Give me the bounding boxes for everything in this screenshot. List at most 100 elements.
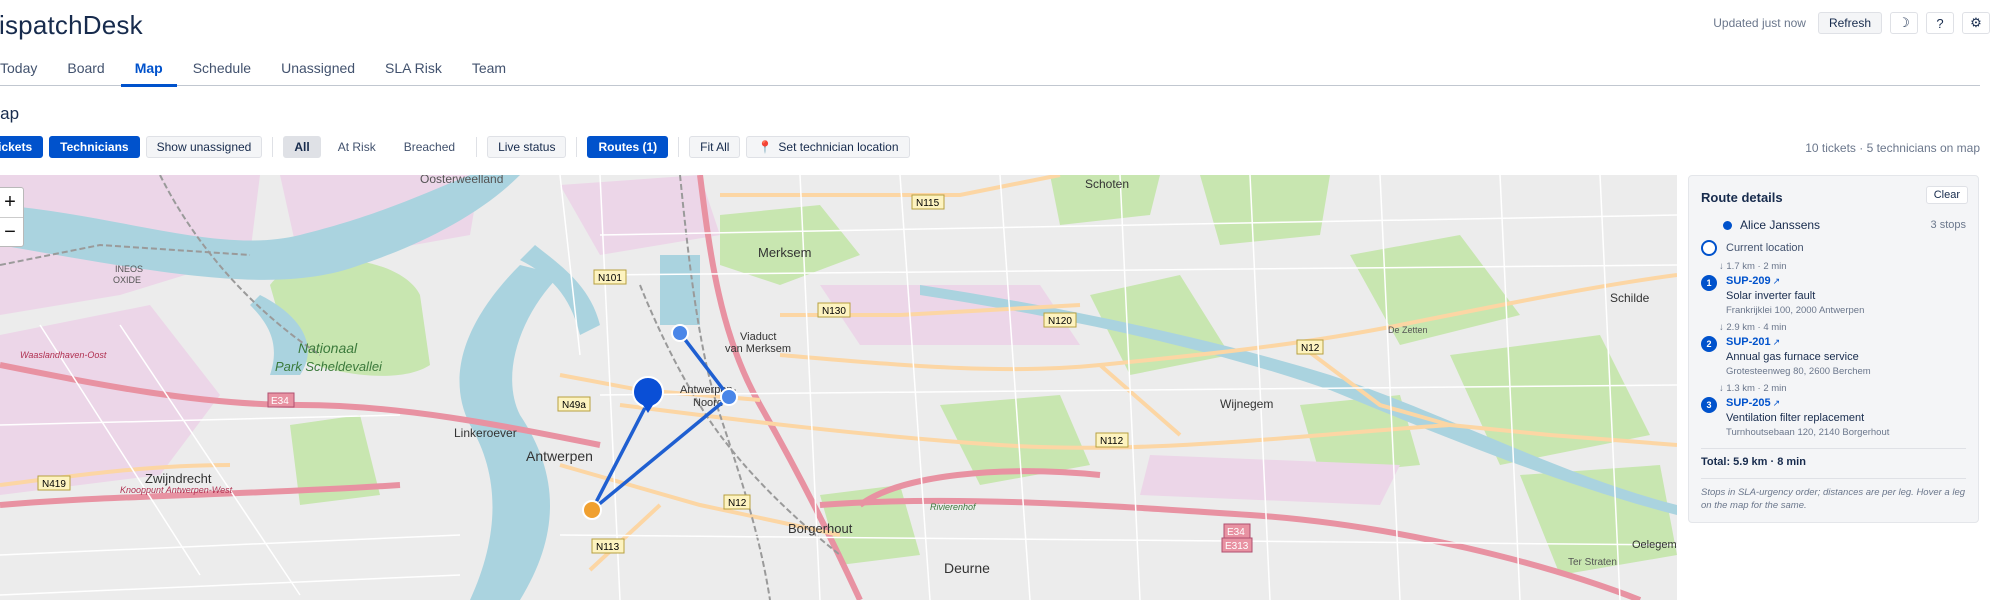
place-label: Nationaal xyxy=(298,340,358,356)
map-tiles: Oosterweelland Schoten Merksem Viaduct v… xyxy=(0,175,1677,600)
ticket-marker-at-risk[interactable] xyxy=(582,500,602,520)
place-label: Waaslandhaven-Oost xyxy=(20,350,107,360)
tab-today[interactable]: Today xyxy=(0,52,37,86)
place-label: Zwijndrecht xyxy=(145,471,212,486)
ticket-marker[interactable] xyxy=(720,388,738,406)
technician-marker[interactable] xyxy=(632,376,664,408)
help-icon[interactable]: ? xyxy=(1926,12,1954,34)
place-label: Oosterweelland xyxy=(420,175,503,186)
map-canvas[interactable]: Oosterweelland Schoten Merksem Viaduct v… xyxy=(0,175,1677,600)
leg-distance: ↓ 2.9 km · 4 min xyxy=(1719,322,1787,333)
tab-unassigned[interactable]: Unassigned xyxy=(281,52,355,86)
clear-route-button[interactable]: Clear xyxy=(1925,186,1968,204)
ticket-link[interactable]: SUP-201 ↗ xyxy=(1726,336,1780,348)
svg-text:N115: N115 xyxy=(916,198,940,209)
theme-toggle-icon[interactable]: ☽ xyxy=(1890,12,1918,34)
settings-icon[interactable]: ⚙ xyxy=(1962,12,1990,34)
updated-status: Updated just now xyxy=(1713,16,1806,30)
tab-schedule[interactable]: Schedule xyxy=(193,52,251,86)
external-link-icon: ↗ xyxy=(1772,276,1781,286)
tab-team[interactable]: Team xyxy=(472,52,506,86)
technicians-toggle[interactable]: Technicians xyxy=(49,136,140,158)
place-label: Knooppunt Antwerpen-West xyxy=(120,485,233,495)
svg-text:N12: N12 xyxy=(1301,343,1320,354)
stops-count: 3 stops xyxy=(1930,219,1966,231)
app-title: DispatchDesk xyxy=(0,10,143,40)
stop-number-badge: 2 xyxy=(1701,336,1717,352)
technician-color-dot xyxy=(1723,220,1732,230)
route-details-panel: Route details Clear Alice Janssens 3 sto… xyxy=(1688,175,1979,523)
route-start-label: Current location xyxy=(1726,242,1804,254)
place-label: Oelegem xyxy=(1632,539,1677,551)
svg-text:N12: N12 xyxy=(728,498,747,509)
place-label: De Zetten xyxy=(1388,325,1428,335)
divider xyxy=(272,137,274,157)
place-label: Ter Straten xyxy=(1568,557,1617,568)
tab-sla-risk[interactable]: SLA Risk xyxy=(385,52,442,86)
route-total: Total: 5.9 km · 8 min xyxy=(1701,456,1806,468)
place-label: Antwerpen xyxy=(526,448,593,464)
map-filter-bar: Tickets Technicians Show unassigned All … xyxy=(0,135,910,159)
zoom-in-button[interactable]: + xyxy=(0,188,23,217)
leg-distance: ↓ 1.7 km · 2 min xyxy=(1719,261,1787,272)
place-label: Schoten xyxy=(1085,177,1129,191)
svg-text:E313: E313 xyxy=(1225,541,1249,552)
svg-text:N120: N120 xyxy=(1048,316,1072,327)
map-pin-icon: 📍 xyxy=(757,140,773,154)
route-note: Stops in SLA-urgency order; distances ar… xyxy=(1701,487,1966,511)
divider xyxy=(576,137,578,157)
tab-board[interactable]: Board xyxy=(67,52,104,86)
place-label: Rivierenhof xyxy=(930,502,977,512)
panel-title: Route details xyxy=(1701,190,1783,205)
routes-toggle[interactable]: Routes (1) xyxy=(587,136,669,158)
header-actions: Updated just now Refresh ☽ ? ⚙ xyxy=(1713,12,1990,34)
divider xyxy=(678,137,680,157)
place-label: Linkeroever xyxy=(454,426,517,440)
tab-map[interactable]: Map xyxy=(120,52,177,87)
zoom-out-button[interactable]: − xyxy=(0,217,23,246)
stop-address: Turnhoutsebaan 120, 2140 Borgerhout xyxy=(1726,427,1890,438)
ticket-link[interactable]: SUP-209 ↗ xyxy=(1726,275,1780,287)
ticket-marker[interactable] xyxy=(671,324,689,342)
place-label: Schilde xyxy=(1610,291,1650,305)
place-label: Borgerhout xyxy=(788,521,853,536)
place-label: Wijnegem xyxy=(1220,397,1273,411)
map-summary: 10 tickets · 5 technicians on map xyxy=(1805,141,1980,155)
zoom-controls: + − xyxy=(0,187,24,247)
live-status-button[interactable]: Live status xyxy=(487,136,567,158)
divider xyxy=(1701,478,1966,479)
route-start: Current location xyxy=(1701,240,1804,256)
set-location-label: Set technician location xyxy=(778,140,899,154)
stop-number-badge: 1 xyxy=(1701,275,1717,291)
fit-all-button[interactable]: Fit All xyxy=(689,136,741,158)
svg-text:N49a: N49a xyxy=(562,400,586,411)
svg-text:N113: N113 xyxy=(596,542,620,553)
refresh-button[interactable]: Refresh xyxy=(1817,12,1882,34)
stop-number-badge: 3 xyxy=(1701,397,1717,413)
set-technician-location-button[interactable]: 📍 Set technician location xyxy=(746,136,910,158)
show-unassigned-button[interactable]: Show unassigned xyxy=(145,136,263,158)
stop-title: Annual gas furnace service xyxy=(1726,351,1859,363)
svg-text:N419: N419 xyxy=(42,479,66,490)
main-tabs: Today Board Map Schedule Unassigned SLA … xyxy=(0,52,1980,87)
stop-address: Frankrijklei 100, 2000 Antwerpen xyxy=(1726,305,1865,316)
svg-text:N112: N112 xyxy=(1100,436,1124,447)
tickets-toggle[interactable]: Tickets xyxy=(0,136,44,158)
svg-text:E34: E34 xyxy=(271,396,289,407)
filter-at-risk[interactable]: At Risk xyxy=(327,136,387,158)
external-link-icon: ↗ xyxy=(1772,337,1781,347)
technician-row: Alice Janssens 3 stops xyxy=(1723,218,1966,232)
stop-title: Ventilation filter replacement xyxy=(1726,412,1865,424)
filter-breached[interactable]: Breached xyxy=(393,136,466,158)
page-title: Map xyxy=(0,104,20,123)
external-link-icon: ↗ xyxy=(1772,398,1781,408)
svg-text:N101: N101 xyxy=(598,273,622,284)
svg-text:N130: N130 xyxy=(822,306,846,317)
place-label: Merksem xyxy=(758,245,811,260)
place-label: INEOS xyxy=(115,264,143,274)
filter-all[interactable]: All xyxy=(283,136,321,158)
leg-distance: ↓ 1.3 km · 2 min xyxy=(1719,383,1787,394)
ticket-link[interactable]: SUP-205 ↗ xyxy=(1726,397,1780,409)
place-label: OXIDE xyxy=(113,275,141,285)
stop-address: Grotesteenweg 80, 2600 Berchem xyxy=(1726,366,1871,377)
